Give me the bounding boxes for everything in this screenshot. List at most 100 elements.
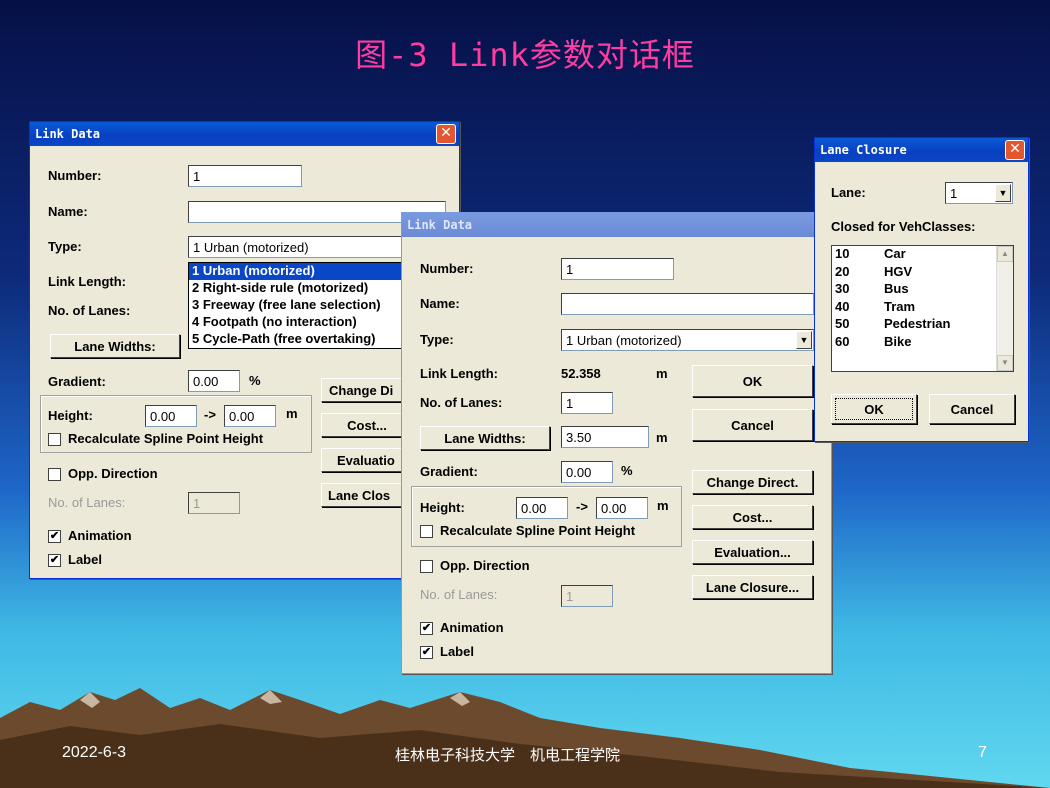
link-data-dialog-front: Link Data Number: 1 Name: Type: 1 Urban … xyxy=(401,212,832,674)
change-direct-button[interactable]: Change Di xyxy=(321,378,413,402)
chevron-down-icon[interactable]: ▼ xyxy=(995,184,1011,202)
mountains-illustration xyxy=(0,688,1050,788)
gradient-field[interactable]: 0.00 xyxy=(561,461,613,483)
evaluation-button[interactable]: Evaluatio xyxy=(321,448,413,472)
recalc-label: Recalculate Spline Point Height xyxy=(440,523,636,538)
cost-button[interactable]: Cost... xyxy=(321,413,413,437)
type-select[interactable]: 1 Urban (motorized) ▼ xyxy=(561,329,814,351)
height-unit: m xyxy=(657,498,669,513)
type-option[interactable]: 2 Right-side rule (motorized) xyxy=(189,280,413,297)
vehclass-list[interactable]: 10 Car 20 HGV 30 Bus 40 Tram 50 Pedestrian 60… xyxy=(831,245,1014,372)
scroll-down-icon[interactable]: ▼ xyxy=(997,355,1013,371)
scrollbar[interactable]: ▲ ▼ xyxy=(996,246,1013,371)
link-length-label: Link Length: xyxy=(48,274,126,289)
list-item[interactable]: 50 Pedestrian xyxy=(832,316,1013,334)
vehclass-name: Bus xyxy=(884,281,909,296)
ok-button[interactable]: OK xyxy=(831,394,917,424)
animation-checkbox[interactable]: ✔ xyxy=(420,622,433,635)
name-label: Name: xyxy=(48,204,88,219)
label-checkbox[interactable]: ✔ xyxy=(420,646,433,659)
dialog-title: Link Data xyxy=(35,127,101,141)
type-option[interactable]: 5 Cycle-Path (free overtaking) xyxy=(189,331,413,348)
list-item[interactable]: 10 Car xyxy=(832,246,1013,264)
close-icon[interactable]: ✕ xyxy=(1005,140,1025,160)
ok-button[interactable]: OK xyxy=(692,365,813,397)
gradient-label: Gradient: xyxy=(48,374,106,389)
type-dropdown-list[interactable]: 1 Urban (motorized) 2 Right-side rule (m… xyxy=(188,262,414,349)
evaluation-button[interactable]: Evaluation... xyxy=(692,540,813,564)
opp-lanes-label: No. of Lanes: xyxy=(420,587,498,602)
recalc-checkbox[interactable] xyxy=(420,525,433,538)
name-label: Name: xyxy=(420,296,460,311)
titlebar: Link Data ✕ xyxy=(30,122,459,146)
height-unit: m xyxy=(286,406,298,421)
label-checkbox[interactable]: ✔ xyxy=(48,554,61,567)
height-to-field[interactable]: 0.00 xyxy=(224,405,276,427)
number-field[interactable]: 1 xyxy=(561,258,674,280)
close-icon[interactable]: ✕ xyxy=(436,124,456,144)
list-item[interactable]: 40 Tram xyxy=(832,299,1013,317)
lane-widths-button[interactable]: Lane Widths: xyxy=(420,426,550,450)
slide-page-number: 7 xyxy=(978,744,987,761)
type-select-value: 1 Urban (motorized) xyxy=(193,240,309,255)
lane-closure-dialog: Lane Closure ✕ Lane: 1 ▼ Closed for VehC… xyxy=(814,137,1029,442)
titlebar: Lane Closure ✕ xyxy=(815,138,1028,162)
height-from-field[interactable]: 0.00 xyxy=(145,405,197,427)
opp-direction-label: Opp. Direction xyxy=(440,558,530,573)
lane-select[interactable]: 1 ▼ xyxy=(945,182,1013,204)
height-from-field[interactable]: 0.00 xyxy=(516,497,568,519)
vehclass-name: Bike xyxy=(884,333,912,349)
slide-title: 图-3 Link参数对话框 xyxy=(355,36,695,74)
cancel-button[interactable]: Cancel xyxy=(692,409,813,441)
lane-widths-button[interactable]: Lane Widths: xyxy=(50,334,180,358)
vehclass-name: Pedestrian xyxy=(884,316,951,331)
opp-direction-label: Opp. Direction xyxy=(68,466,158,481)
lane-widths-unit: m xyxy=(656,430,668,445)
link-data-dialog-back: Link Data ✕ Number: 1 Name: Type: 1 Urba… xyxy=(29,121,460,579)
opp-lanes-label: No. of Lanes: xyxy=(48,495,126,510)
opp-direction-checkbox[interactable] xyxy=(420,560,433,573)
lane-closure-button[interactable]: Lane Closure... xyxy=(692,575,813,599)
type-option[interactable]: 3 Freeway (free lane selection) xyxy=(189,297,413,314)
chevron-down-icon[interactable]: ▼ xyxy=(796,331,812,349)
gradient-field[interactable]: 0.00 xyxy=(188,370,240,392)
animation-checkbox[interactable]: ✔ xyxy=(48,530,61,543)
height-to-field[interactable]: 0.00 xyxy=(596,497,648,519)
gradient-unit: % xyxy=(249,373,261,388)
lane-closure-button[interactable]: Lane Clos xyxy=(321,483,413,507)
opp-direction-checkbox[interactable] xyxy=(48,468,61,481)
list-item[interactable]: 20 HGV xyxy=(832,264,1013,282)
lanes-label: No. of Lanes: xyxy=(420,395,503,410)
type-option[interactable]: 1 Urban (motorized) xyxy=(189,263,413,280)
lane-widths-field[interactable]: 3.50 xyxy=(561,426,649,448)
change-direct-button[interactable]: Change Direct. xyxy=(692,470,813,494)
height-arrow: -> xyxy=(204,407,216,422)
number-field[interactable]: 1 xyxy=(188,165,302,187)
type-select-value: 1 Urban (motorized) xyxy=(566,333,682,348)
cancel-button[interactable]: Cancel xyxy=(929,394,1015,424)
type-label: Type: xyxy=(420,332,454,347)
vehclass-code: 50 xyxy=(835,316,850,331)
name-field[interactable] xyxy=(561,293,814,315)
vehclass-name: Tram xyxy=(884,298,916,314)
lanes-label: No. of Lanes: xyxy=(48,303,131,318)
lanes-field[interactable]: 1 xyxy=(561,392,613,414)
recalc-checkbox[interactable] xyxy=(48,433,61,446)
vehclass-code: 40 xyxy=(835,298,850,314)
lane-label: Lane: xyxy=(831,185,866,200)
type-option[interactable]: 4 Footpath (no interaction) xyxy=(189,314,413,331)
gradient-unit: % xyxy=(621,463,633,478)
height-label: Height: xyxy=(48,408,93,423)
list-item[interactable]: 30 Bus xyxy=(832,281,1013,299)
scroll-up-icon[interactable]: ▲ xyxy=(997,246,1013,262)
slide-date: 2022-6-3 xyxy=(62,744,127,761)
number-label: Number: xyxy=(420,261,474,276)
cost-button[interactable]: Cost... xyxy=(692,505,813,529)
titlebar: Link Data xyxy=(402,213,831,237)
number-label: Number: xyxy=(48,168,102,183)
opp-lanes-field: 1 xyxy=(188,492,240,514)
list-item[interactable]: 60 Bike xyxy=(832,334,1013,352)
dialog-title: Link Data xyxy=(407,218,473,232)
height-arrow: -> xyxy=(576,499,588,514)
link-length-value: 52.358 xyxy=(561,366,601,381)
